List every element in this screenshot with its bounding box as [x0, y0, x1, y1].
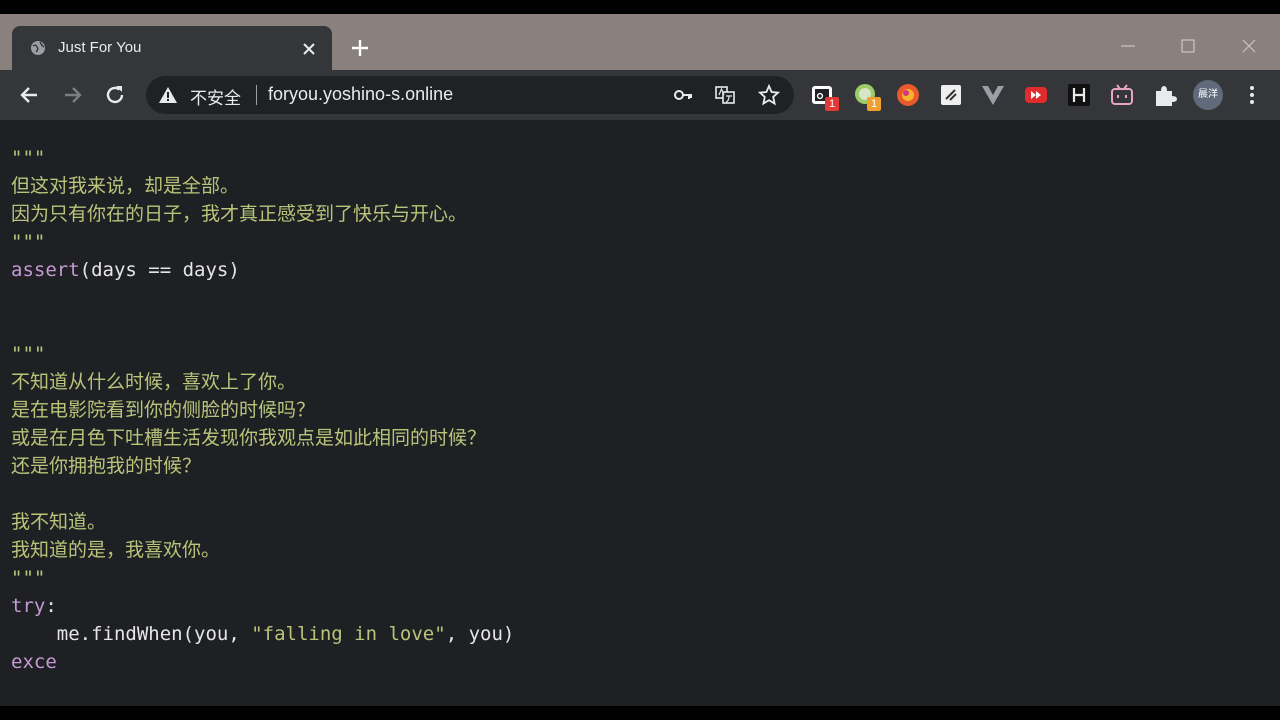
- docstring-text: """: [11, 147, 46, 169]
- close-icon[interactable]: [298, 38, 320, 60]
- code-line: """: [11, 340, 514, 368]
- bilibili-extension-icon[interactable]: [1109, 82, 1135, 108]
- code-line: 是在电影院看到你的侧脸的时候吗？: [11, 396, 514, 424]
- code-line: """: [11, 228, 514, 256]
- code-line: me.findWhen(you, "falling in love", you): [11, 620, 515, 648]
- browser-toolbar: 不安全 foryou.yoshino-s.online 1 1 晨洋: [0, 70, 1280, 120]
- code-line: 但这对我来说，却是全部。: [11, 172, 514, 200]
- address-bar[interactable]: 不安全 foryou.yoshino-s.online: [146, 76, 794, 114]
- docstring-text: """: [11, 343, 46, 365]
- menu-dots-icon[interactable]: [1239, 82, 1265, 108]
- bottom-black-border: [0, 706, 1280, 720]
- warning-icon[interactable]: [158, 86, 178, 104]
- fox-extension-icon[interactable]: [895, 82, 921, 108]
- code-text: me.findWhen(you,: [11, 623, 252, 645]
- globe-icon: [31, 41, 45, 55]
- browser-tab[interactable]: Just For You: [12, 26, 332, 70]
- string-literal: "falling in love": [251, 623, 446, 645]
- security-label[interactable]: 不安全: [190, 84, 241, 109]
- minimize-icon[interactable]: [1116, 34, 1140, 58]
- docstring-text: 我知道的是，我喜欢你。: [11, 539, 221, 561]
- vue-devtools-icon[interactable]: [980, 82, 1006, 108]
- new-tab-icon[interactable]: [348, 36, 372, 60]
- code-line: assert(days == days): [11, 256, 514, 284]
- code-block: """ 但这对我来说，却是全部。因为只有你在的日子，我才真正感受到了快乐与开心。 "…: [11, 144, 514, 676]
- video-extension-icon[interactable]: [1023, 82, 1049, 108]
- back-icon[interactable]: [17, 82, 43, 108]
- maximize-icon[interactable]: [1176, 34, 1200, 58]
- keyword: exce: [11, 651, 57, 673]
- h-extension-icon[interactable]: [1066, 82, 1092, 108]
- docstring-text: 不知道从什么时候，喜欢上了你。: [11, 371, 297, 393]
- divider: [256, 85, 257, 105]
- page-content: """ 但这对我来说，却是全部。因为只有你在的日子，我才真正感受到了快乐与开心。 "…: [0, 120, 1280, 706]
- window-close-icon[interactable]: [1237, 34, 1261, 58]
- url-text[interactable]: foryou.yoshino-s.online: [268, 84, 453, 105]
- code-line: 我知道的是，我喜欢你。: [11, 536, 514, 564]
- top-black-border: [0, 0, 1280, 14]
- code-text: (days == days): [79, 259, 240, 281]
- key-icon[interactable]: [672, 84, 694, 106]
- forward-icon[interactable]: [59, 82, 85, 108]
- tab-strip: Just For You: [0, 14, 1280, 70]
- code-line: """: [11, 564, 514, 592]
- docstring-text: 因为只有你在的日子，我才真正感受到了快乐与开心。: [11, 203, 468, 225]
- extension-2[interactable]: 1: [852, 82, 881, 111]
- translate-icon[interactable]: [714, 84, 736, 106]
- docstring-text: 但这对我来说，却是全部。: [11, 175, 240, 197]
- ext-1-badge: 1: [825, 97, 839, 111]
- extension-1[interactable]: 1: [810, 82, 839, 111]
- puzzle-icon[interactable]: [1152, 82, 1178, 108]
- keyword: try: [11, 595, 46, 617]
- docstring-text: """: [11, 231, 46, 253]
- code-line: 还是你拥抱我的时候？: [11, 452, 514, 480]
- docstring-text: 我不知道。: [11, 511, 107, 533]
- reload-icon[interactable]: [102, 82, 128, 108]
- docstring-text: 是在电影院看到你的侧脸的时候吗？: [11, 399, 316, 421]
- profile-avatar[interactable]: 晨洋: [1193, 80, 1223, 110]
- code-text: :: [45, 595, 57, 617]
- keyword: assert: [11, 259, 80, 281]
- docstring-text: 还是你拥抱我的时候？: [11, 455, 202, 477]
- code-line: 或是在月色下吐槽生活发现你我观点是如此相同的时候？: [11, 424, 514, 452]
- docstring-text: """: [11, 567, 46, 589]
- code-line: """: [11, 144, 514, 172]
- code-line: try:: [11, 592, 514, 620]
- docstring-text: 或是在月色下吐槽生活发现你我观点是如此相同的时候？: [11, 427, 487, 449]
- ext-2-badge: 1: [867, 97, 881, 111]
- code-text: , you): [445, 623, 515, 645]
- code-line: 因为只有你在的日子，我才真正感受到了快乐与开心。: [11, 200, 514, 228]
- code-line: exce: [11, 648, 514, 676]
- code-line: 不知道从什么时候，喜欢上了你。: [11, 368, 514, 396]
- tab-title: Just For You: [58, 39, 142, 56]
- tampermonkey-extension-icon[interactable]: [938, 82, 964, 108]
- code-line: 我不知道。: [11, 508, 514, 536]
- star-icon[interactable]: [758, 84, 780, 106]
